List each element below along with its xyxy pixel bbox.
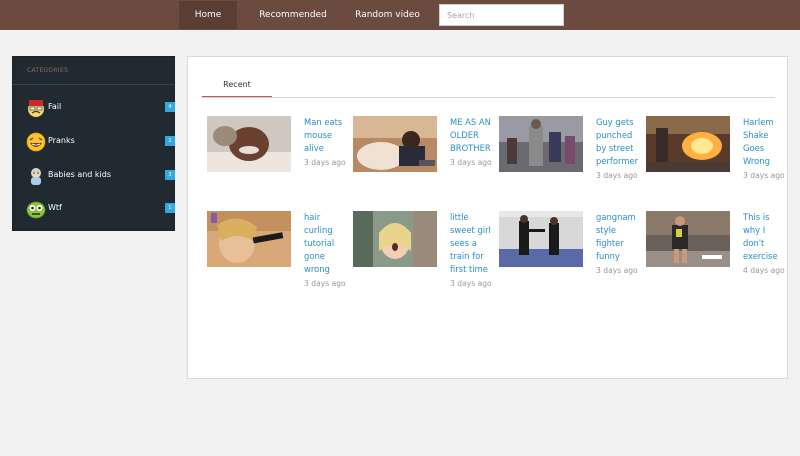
search-input[interactable] [439, 4, 564, 26]
alien-face-icon [25, 198, 47, 220]
video-thumbnail[interactable] [353, 211, 437, 267]
video-date: 3 days ago [596, 266, 638, 275]
video-date: 3 days ago [304, 279, 346, 288]
count-badge: 4 [165, 102, 175, 112]
tab-recent[interactable]: Recent [202, 77, 272, 98]
video-title-link[interactable]: This is why I don't exercise [743, 212, 778, 261]
video-date: 3 days ago [450, 158, 492, 167]
video-thumbnail[interactable] [646, 116, 730, 172]
video-title-link[interactable]: little sweet girl sees a train for first… [450, 212, 491, 274]
video-thumbnail[interactable] [353, 116, 437, 172]
count-badge: 1 [165, 203, 175, 213]
laughing-face-icon [25, 131, 47, 153]
video-thumbnail[interactable] [499, 211, 583, 267]
video-date: 4 days ago [743, 266, 785, 275]
sidebar-item-label: Wtf [48, 203, 62, 212]
nav-home[interactable]: Home [179, 1, 237, 29]
video-date: 3 days ago [596, 171, 638, 180]
video-thumbnail[interactable] [207, 211, 291, 267]
video-title-link[interactable]: gangnam style fighter funny [596, 212, 636, 261]
tab-divider [202, 97, 775, 98]
sidebar-item-fail[interactable]: Fail 4 [25, 97, 175, 121]
fail-face-icon [25, 97, 47, 119]
video-title-link[interactable]: hair curling tutorial gone wrong [304, 212, 334, 274]
video-thumbnail[interactable] [499, 116, 583, 172]
sidebar-item-label: Fail [48, 102, 62, 111]
video-title-link[interactable]: ME AS AN OLDER BROTHER [450, 117, 491, 153]
count-badge: 3 [165, 170, 175, 180]
video-title-link[interactable]: Man eats mouse alive [304, 117, 342, 153]
categories-header: CATEGORIES [13, 57, 174, 85]
sidebar-item-label: Babies and kids [48, 170, 112, 179]
sidebar-item-label: Pranks [48, 136, 75, 145]
nav-recommended[interactable]: Recommended [250, 1, 336, 29]
videos-panel: Recent Man eats mouse alive 3 days ago M… [187, 56, 788, 379]
baby-icon [25, 165, 47, 187]
video-date: 3 days ago [450, 279, 492, 288]
nav-random-video[interactable]: Random video [350, 1, 425, 29]
top-navbar: Home Recommended Random video [0, 0, 800, 30]
video-date: 3 days ago [304, 158, 346, 167]
sidebar-item-wtf[interactable]: Wtf 1 [25, 198, 175, 222]
video-thumbnail[interactable] [207, 116, 291, 172]
video-title-link[interactable]: Guy gets punched by street performer [596, 117, 638, 166]
video-title-link[interactable]: Harlem Shake Goes Wrong [743, 117, 774, 166]
count-badge: 1 [165, 136, 175, 146]
video-thumbnail[interactable] [646, 211, 730, 267]
sidebar-item-pranks[interactable]: Pranks 1 [25, 131, 175, 155]
sidebar-item-babies-and-kids[interactable]: Babies and kids 3 [25, 165, 175, 189]
video-date: 3 days ago [743, 171, 785, 180]
categories-sidebar: CATEGORIES Fail 4 Pranks 1 Babies and ki… [12, 56, 175, 231]
